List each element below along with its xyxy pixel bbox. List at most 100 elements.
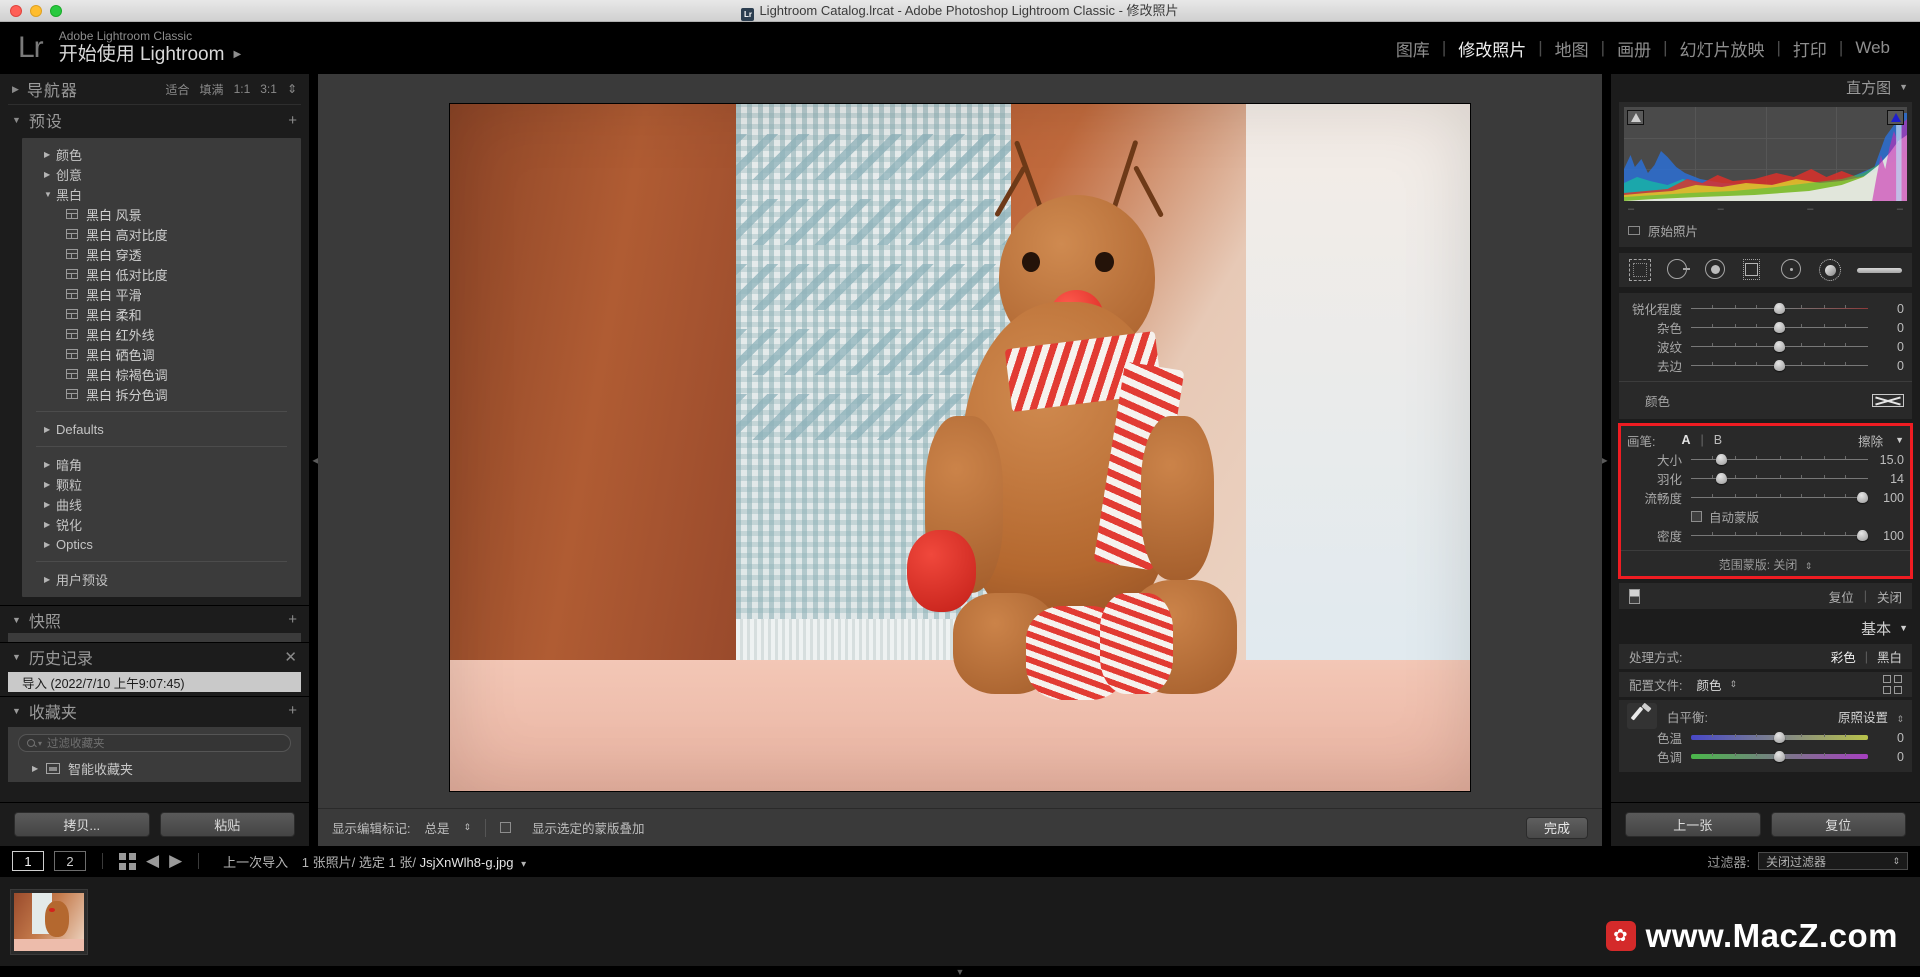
add-preset-button[interactable]: +	[288, 112, 297, 129]
module-print[interactable]: 打印	[1781, 36, 1839, 61]
photo-preview[interactable]	[450, 103, 1470, 791]
add-collection-button[interactable]: +	[288, 702, 297, 719]
panel-close-button[interactable]: 关闭	[1877, 587, 1902, 606]
preset-group-vignette[interactable]: ▶ 暗角	[22, 454, 301, 474]
identity-plate[interactable]: Adobe Lightroom Classic 开始使用 Lightroom ▶	[59, 29, 241, 66]
breadcrumb[interactable]: 上一次导入 1 张照片/ 选定 1 张/ JsjXnWlh8-g.jpg ▾	[223, 852, 526, 871]
history-item[interactable]: 导入 (2022/7/10 上午9:07:45)	[8, 672, 301, 692]
module-develop[interactable]: 修改照片	[1446, 36, 1538, 61]
slider-tint[interactable]: 色调 0	[1619, 747, 1912, 766]
history-caret-icon[interactable]: ▼	[12, 652, 21, 662]
slider-track[interactable]	[1691, 454, 1868, 465]
slider-track[interactable]	[1691, 492, 1869, 503]
slider-track[interactable]	[1691, 732, 1868, 743]
slider-track[interactable]	[1691, 360, 1868, 371]
back-arrow-icon[interactable]: ◀	[146, 851, 159, 871]
chevron-right-icon[interactable]: ▶	[44, 170, 56, 179]
histogram-graph[interactable]	[1624, 107, 1907, 201]
filter-select[interactable]: 关闭过滤器 ⇕	[1758, 852, 1908, 870]
brush-erase-button[interactable]: 擦除	[1858, 431, 1883, 450]
show-bottom-panel-button[interactable]: ▼	[0, 966, 1920, 977]
slider-moire[interactable]: 波纹 0	[1619, 337, 1912, 356]
panel-toggle-switch[interactable]	[1629, 588, 1640, 604]
identity-caret-icon[interactable]: ▶	[233, 49, 241, 61]
original-photo-checkbox[interactable]	[1628, 226, 1640, 235]
slider-brush-feather[interactable]: 羽化 14	[1619, 469, 1912, 488]
chevron-right-icon[interactable]: ▶	[44, 150, 56, 159]
slider-track[interactable]	[1691, 473, 1868, 484]
close-window-button[interactable]	[10, 4, 22, 17]
color-row[interactable]: 颜色	[1619, 388, 1912, 413]
brush-ab-toggle[interactable]: A | B	[1681, 433, 1722, 447]
brush-b-button[interactable]: B	[1714, 433, 1722, 447]
slider-noise[interactable]: 杂色 0	[1619, 318, 1912, 337]
range-mask-row[interactable]: 范围蒙版: 关闭 ⇕	[1619, 550, 1912, 573]
copy-button[interactable]: 拷贝...	[14, 812, 150, 837]
treatment-row[interactable]: 处理方式: 彩色 | 黑白	[1619, 644, 1912, 669]
treatment-bw-button[interactable]: 黑白	[1877, 647, 1902, 666]
mask-overlay-checkbox[interactable]	[500, 822, 512, 833]
minimize-window-button[interactable]	[30, 4, 42, 17]
preset-group-color[interactable]: ▶ 颜色	[22, 144, 301, 164]
brush-a-button[interactable]: A	[1681, 433, 1690, 447]
breadcrumb-caret-icon[interactable]: ▾	[521, 859, 526, 870]
filter-control[interactable]: 过滤器: 关闭过滤器 ⇕	[1707, 852, 1908, 871]
preset-item[interactable]: 黑白 拆分色调	[22, 384, 301, 404]
collection-item-smart[interactable]: ▶ 智能收藏夹	[8, 758, 301, 778]
navigator-zoom-options[interactable]: 适合 填满 1:1 3:1 ⇕	[166, 81, 297, 98]
highlight-clipping-indicator[interactable]	[1887, 110, 1904, 125]
slider-brush-size[interactable]: 大小 15.0	[1619, 450, 1912, 469]
slider-brush-flow[interactable]: 流畅度 100	[1619, 488, 1912, 507]
preset-item[interactable]: 黑白 平滑	[22, 284, 301, 304]
basic-panel-header[interactable]: 基本 ▼	[1611, 615, 1920, 641]
preset-group-sharpening[interactable]: ▶ 锐化	[22, 514, 301, 534]
zoom-fit[interactable]: 适合	[166, 81, 190, 98]
slider-brush-density[interactable]: 密度 100	[1619, 526, 1912, 545]
preset-group-curve[interactable]: ▶ 曲线	[22, 494, 301, 514]
profile-stepper-icon[interactable]: ⇕	[1730, 679, 1738, 690]
preset-group-creative[interactable]: ▶ 创意	[22, 164, 301, 184]
preset-group-optics[interactable]: ▶ Optics	[22, 534, 301, 554]
preset-item[interactable]: 黑白 硒色调	[22, 344, 301, 364]
slider-defringe[interactable]: 去边 0	[1619, 356, 1912, 375]
add-snapshot-button[interactable]: +	[288, 611, 297, 628]
zoom-3to1[interactable]: 3:1	[260, 82, 277, 96]
preset-group-grain[interactable]: ▶ 颗粒	[22, 474, 301, 494]
preset-item[interactable]: 黑白 风景	[22, 204, 301, 224]
color-swatch[interactable]	[1872, 394, 1904, 407]
chevron-right-icon[interactable]: ▶	[44, 500, 56, 509]
radial-filter-tool-icon[interactable]	[1781, 259, 1803, 281]
white-balance-stepper-icon[interactable]: ⇕	[1896, 714, 1904, 724]
zoom-1to1[interactable]: 1:1	[234, 82, 251, 96]
slider-track[interactable]	[1691, 530, 1869, 541]
screen-1-button[interactable]: 1	[12, 851, 44, 871]
treatment-options[interactable]: 彩色 | 黑白	[1831, 647, 1902, 666]
preset-item[interactable]: 黑白 穿透	[22, 244, 301, 264]
reset-button[interactable]: 复位	[1770, 812, 1906, 837]
chevron-right-icon[interactable]: ▶	[44, 520, 56, 529]
auto-mask-checkbox[interactable]	[1691, 511, 1702, 522]
zoom-fill[interactable]: 填满	[200, 81, 224, 98]
collection-filter-input[interactable]: ▾ 过滤收藏夹	[18, 734, 291, 752]
original-photo-row[interactable]: 原始照片	[1624, 215, 1907, 242]
collections-caret-icon[interactable]: ▼	[12, 706, 21, 716]
eyedropper-icon[interactable]	[1627, 703, 1657, 729]
edit-marks-value[interactable]: 总是	[424, 818, 449, 837]
presets-header[interactable]: ▼ 预设 +	[0, 105, 309, 135]
module-book[interactable]: 画册	[1605, 36, 1663, 61]
grid-view-icon[interactable]	[119, 852, 136, 870]
chevron-right-icon[interactable]: ▶	[44, 460, 56, 469]
histogram-caret-icon[interactable]: ▼	[1899, 82, 1908, 92]
module-picker[interactable]: 图库 | 修改照片 | 地图 | 画册 | 幻灯片放映 | 打印 | Web	[1384, 36, 1902, 61]
previous-button[interactable]: 上一张	[1625, 812, 1761, 837]
preset-item[interactable]: 黑白 低对比度	[22, 264, 301, 284]
presets-caret-icon[interactable]: ▼	[12, 115, 21, 125]
chevron-down-icon[interactable]: ▾	[38, 739, 42, 748]
chevron-right-icon[interactable]: ▶	[32, 764, 46, 773]
treatment-color-button[interactable]: 彩色	[1831, 647, 1856, 666]
slider-track[interactable]	[1691, 322, 1868, 333]
brush-size-preview-slider[interactable]	[1857, 267, 1902, 273]
module-library[interactable]: 图库	[1384, 36, 1442, 61]
profile-row[interactable]: 配置文件: 颜色 ⇕	[1619, 672, 1912, 697]
preset-item[interactable]: 黑白 高对比度	[22, 224, 301, 244]
